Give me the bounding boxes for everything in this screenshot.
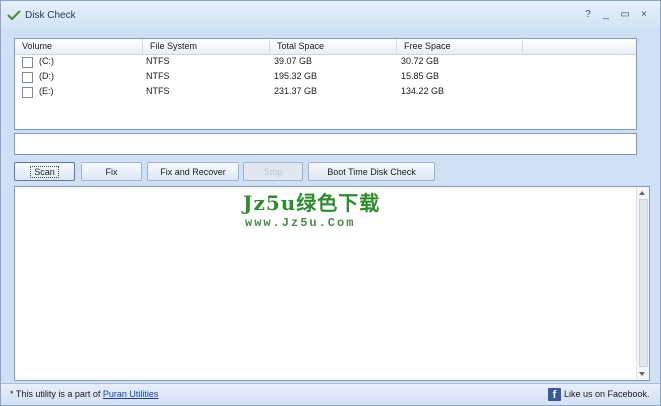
facebook-link[interactable]: Like us on Facebook. — [564, 389, 650, 399]
scan-button[interactable]: Scan — [14, 162, 75, 181]
free-space: 30.72 GB — [401, 56, 440, 66]
column-total-space[interactable]: Total Space — [270, 39, 397, 54]
status-bar: * This utility is a part of Puran Utilit… — [1, 383, 660, 405]
scan-label: Scan — [30, 166, 59, 178]
total-space: 231.37 GB — [274, 86, 318, 96]
volume-checkbox[interactable] — [22, 87, 33, 98]
status-text-group: * This utility is a part of Puran Utilit… — [10, 389, 158, 399]
list-row[interactable]: (E:) NTFS 231.37 GB 134.22 GB — [15, 85, 636, 100]
scroll-thumb[interactable] — [639, 199, 648, 367]
column-volume[interactable]: Volume — [15, 39, 143, 54]
volume-checkbox[interactable] — [22, 57, 33, 68]
list-header: Volume File System Total Space Free Spac… — [15, 39, 636, 55]
volume-list[interactable]: Volume File System Total Space Free Spac… — [14, 38, 637, 130]
volume-name: (C:) — [39, 56, 54, 66]
column-file-system[interactable]: File System — [143, 39, 270, 54]
facebook-icon[interactable]: f — [548, 388, 561, 401]
puran-utilities-link[interactable]: Puran Utilities — [103, 389, 159, 399]
file-system: NTFS — [146, 71, 170, 81]
minimize-button[interactable]: _ — [599, 8, 613, 22]
file-system: NTFS — [146, 86, 170, 96]
watermark-url: www.Jz5u.Com — [245, 216, 356, 230]
scroll-down-icon[interactable] — [639, 372, 645, 376]
total-space: 39.07 GB — [274, 56, 313, 66]
title-bar[interactable]: Disk Check ? _ ▭ × — [1, 1, 660, 29]
close-button[interactable]: × — [637, 8, 651, 22]
status-text: * This utility is a part of — [10, 389, 101, 399]
help-button[interactable]: ? — [581, 8, 595, 22]
window-title: Disk Check — [25, 10, 76, 21]
column-free-space[interactable]: Free Space — [397, 39, 523, 54]
scroll-up-icon[interactable] — [639, 191, 645, 195]
stop-button[interactable]: Stop — [243, 162, 303, 181]
file-system: NTFS — [146, 56, 170, 66]
watermark-title: Jz5u绿色下载 — [243, 191, 381, 215]
total-space: 195.32 GB — [274, 71, 318, 81]
volume-checkbox[interactable] — [22, 72, 33, 83]
fix-and-recover-button[interactable]: Fix and Recover — [147, 162, 239, 181]
vertical-scrollbar[interactable] — [636, 187, 649, 380]
maximize-button[interactable]: ▭ — [618, 8, 632, 22]
boot-time-check-button[interactable]: Boot Time Disk Check — [308, 162, 435, 181]
disk-check-window: Disk Check ? _ ▭ × Volume File System To… — [0, 0, 661, 406]
list-row[interactable]: (C:) NTFS 39.07 GB 30.72 GB — [15, 55, 636, 70]
free-space: 134.22 GB — [401, 86, 445, 96]
volume-name: (E:) — [39, 86, 54, 96]
volume-name: (D:) — [39, 71, 54, 81]
fix-button[interactable]: Fix — [81, 162, 142, 181]
disk-check-icon — [7, 10, 21, 20]
free-space: 15.85 GB — [401, 71, 440, 81]
path-input[interactable] — [14, 133, 637, 155]
list-row[interactable]: (D:) NTFS 195.32 GB 15.85 GB — [15, 70, 636, 85]
